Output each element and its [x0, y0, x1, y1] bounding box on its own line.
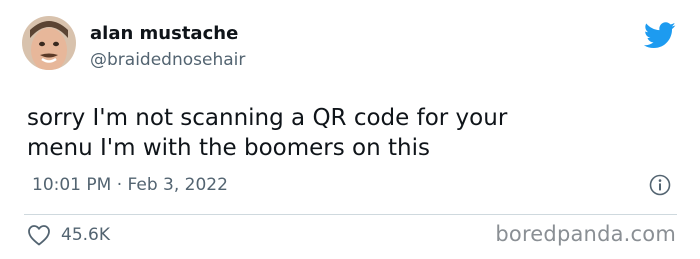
avatar-photo	[22, 16, 76, 70]
tweet-timestamp[interactable]: 10:01 PM · Feb 3, 2022	[32, 175, 228, 195]
avatar[interactable]	[22, 16, 76, 70]
tweet-text-line: menu I'm with the boomers on this	[27, 135, 430, 161]
tweet-text-line: sorry I'm not scanning a QR code for you…	[27, 105, 508, 131]
tweet-text: sorry I'm not scanning a QR code for you…	[27, 103, 667, 163]
heart-outline-icon[interactable]	[27, 224, 51, 246]
tweet-card: alan mustache @braidednosehair sorry I'm…	[0, 0, 700, 259]
twitter-bird-icon[interactable]	[644, 22, 676, 49]
author-handle[interactable]: @braidednosehair	[90, 50, 245, 70]
divider	[24, 214, 677, 215]
info-icon[interactable]	[649, 174, 671, 196]
author-name[interactable]: alan mustache	[90, 23, 238, 44]
like-count: 45.6K	[61, 225, 110, 245]
watermark: boredpanda.com	[495, 222, 676, 246]
